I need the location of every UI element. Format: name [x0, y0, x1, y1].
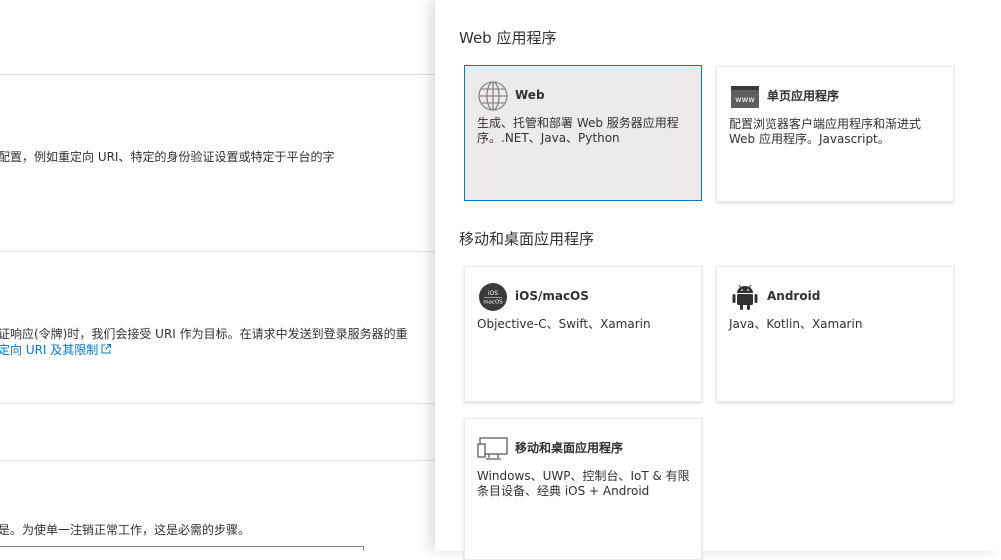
globe-icon: [477, 80, 509, 112]
platform-card-description: 生成、托管和部署 Web 服务器应用程序。.NET、Java、Python: [477, 116, 679, 145]
ios-macos-icon: iOS macOS: [477, 281, 509, 313]
platform-card-web[interactable]: Web 生成、托管和部署 Web 服务器应用程序。.NET、Java、Pytho…: [464, 65, 702, 201]
platform-card-description: Objective-C、Swift、Xamarin: [477, 317, 651, 331]
platform-card-title: 单页应用程序: [767, 89, 840, 103]
platform-config-description: 配置，例如重定向 URI、特定的身份验证设置或特定于平台的字: [0, 150, 335, 164]
section-title-web-apps: Web 应用程序: [459, 29, 557, 47]
platform-card-mobile-desktop[interactable]: 移动和桌面应用程序 Windows、UWP、控制台、IoT & 有限条目设备、经…: [464, 418, 702, 560]
macos-icon-label: macOS: [483, 300, 503, 306]
platform-card-android[interactable]: Android Java、Kotlin、Xamarin: [716, 266, 954, 402]
platform-card-title: 移动和桌面应用程序: [515, 441, 624, 455]
background-page: 配置，例如重定向 URI、特定的身份验证设置或特定于平台的字 证响应(令牌)时，…: [0, 0, 435, 551]
section-divider: [0, 460, 435, 461]
platform-card-description: Java、Kotlin、Xamarin: [729, 317, 863, 331]
section-divider: [0, 74, 435, 75]
platform-card-title: Android: [767, 289, 821, 303]
redirect-uri-description: 证响应(令牌)时，我们会接受 URI 作为目标。在请求中发送到登录服务器的重: [0, 327, 408, 341]
svg-text:www: www: [735, 95, 755, 104]
redirect-uri-restrictions-link[interactable]: 定向 URI 及其限制: [0, 342, 112, 358]
section-title-mobile-desktop: 移动和桌面应用程序: [459, 230, 595, 248]
platform-card-description: Windows、UWP、控制台、IoT & 有限条目设备、经典 iOS + An…: [477, 469, 690, 498]
android-icon: [729, 281, 761, 313]
external-link-icon: [101, 344, 112, 354]
section-divider: [0, 251, 435, 252]
redirect-uri-restrictions-link-label: 定向 URI 及其限制: [0, 343, 99, 357]
logout-url-input[interactable]: [0, 546, 364, 551]
platform-card-ios-macos[interactable]: iOS macOS iOS/macOS Objective-C、Swift、Xa…: [464, 266, 702, 402]
platform-card-spa[interactable]: www 单页应用程序 配置浏览器客户端应用程序和渐进式 Web 应用程序。Jav…: [716, 66, 954, 202]
section-divider: [0, 403, 435, 404]
platform-card-title: Web: [515, 88, 545, 102]
ios-icon-label: iOS: [488, 290, 498, 297]
platform-card-title: iOS/macOS: [515, 289, 589, 303]
desktop-monitor-icon: [477, 433, 509, 465]
logout-url-description: 是。为使单一注销正常工作，这是必需的步骤。: [0, 523, 251, 537]
www-browser-icon: www: [729, 81, 761, 113]
configure-platforms-panel: Web 应用程序 Web 生成、托管和部署 Web 服务器应用程序。.NET、J…: [435, 0, 1001, 560]
platform-card-description: 配置浏览器客户端应用程序和渐进式 Web 应用程序。Javascript。: [729, 117, 922, 146]
